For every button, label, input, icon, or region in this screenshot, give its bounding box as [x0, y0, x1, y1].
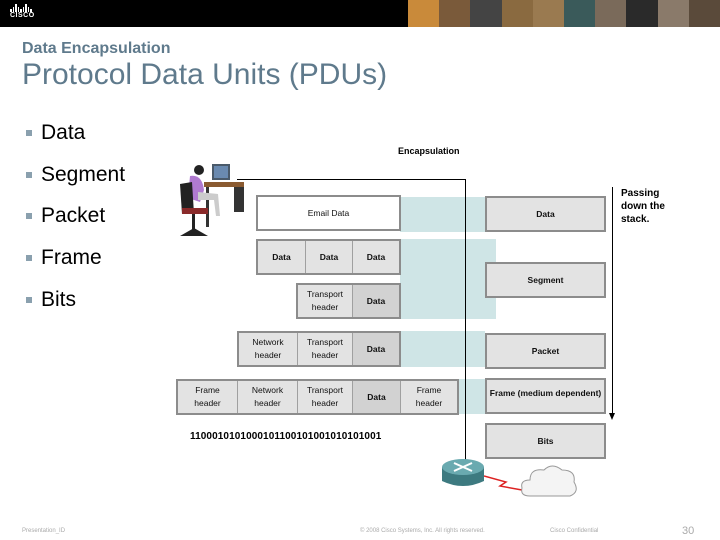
frame-trailer-cell: Frame header: [415, 385, 443, 408]
footer-copyright: © 2008 Cisco Systems, Inc. All rights re…: [360, 528, 485, 534]
header-photo: [532, 0, 565, 27]
footer-confidential: Cisco Confidential: [550, 528, 599, 534]
router-icon: [442, 459, 484, 486]
header-photo: [626, 0, 658, 27]
bullet-square-icon: [26, 213, 32, 220]
bullet-list: Data Segment Packet Frame Bits: [26, 112, 125, 320]
cisco-logo: CISCO: [10, 4, 35, 20]
pdu-segment: Transport header Data: [296, 283, 401, 319]
header-photo: [595, 0, 627, 27]
connector-line-horizontal: [237, 179, 466, 180]
header-photo: [408, 0, 440, 27]
data-segment-cell: Data: [258, 241, 306, 273]
down-arrow-icon: [609, 413, 615, 420]
pdu-label-segment: Segment: [485, 262, 606, 298]
bullet-item: Frame: [26, 237, 125, 279]
header-photo: [564, 0, 596, 27]
network-header-cell: Network header: [239, 333, 298, 365]
cloud-icon: [521, 465, 577, 497]
bullet-item: Bits: [26, 279, 125, 321]
slide-title: Protocol Data Units (PDUs): [22, 58, 388, 91]
frame-header-cell: Frame header: [178, 381, 238, 413]
pdu-packet: Network header Transport header Data: [237, 331, 401, 367]
data-segment-cell: Data: [306, 241, 353, 273]
header-photo-strip: [408, 0, 720, 27]
top-banner: CISCO: [0, 0, 720, 27]
pdu-label-data: Data: [485, 196, 606, 232]
band-data: [400, 197, 485, 232]
bullet-square-icon: [26, 171, 32, 178]
page-number: 30: [682, 525, 695, 537]
header-photo: [688, 0, 720, 27]
pdu-email-data: Email Data: [256, 195, 401, 231]
email-data-cell: Email Data: [258, 197, 399, 229]
footer-presentation-id: Presentation_ID: [22, 528, 66, 534]
bullet-item: Data: [26, 112, 125, 154]
band-packet: [400, 331, 485, 367]
bits-string: 1100010101000101100101001010101001: [190, 431, 382, 442]
connector-line-vertical: [465, 179, 466, 467]
pdu-label-packet: Packet: [485, 333, 606, 369]
network-header-cell: Network header: [238, 381, 298, 413]
bullet-square-icon: [26, 296, 32, 303]
transport-header-cell: Transport header: [298, 285, 353, 317]
encapsulation-title: Encapsulation: [398, 146, 460, 156]
pdu-label-bits: Bits: [485, 423, 606, 459]
user-at-computer-icon: [180, 164, 244, 236]
pdu-frame: Frame header Network header Transport heade…: [176, 379, 459, 415]
slide-subtitle: Data Encapsulation: [22, 40, 171, 57]
header-photo: [439, 0, 471, 27]
bullet-square-icon: [26, 254, 32, 261]
data-segment-cell: Data: [366, 251, 386, 262]
band-frame: [458, 379, 485, 414]
data-cell: Data: [353, 381, 401, 413]
band-segment: [400, 239, 496, 319]
transport-header-cell: Transport header: [298, 333, 353, 365]
pdu-label-frame: Frame (medium dependent): [485, 378, 606, 414]
header-photo: [470, 0, 502, 27]
cisco-logo-bars-icon: [10, 4, 35, 12]
down-arrow-line: [612, 187, 613, 417]
header-photo: [501, 0, 533, 27]
bullet-item: Segment: [26, 154, 125, 196]
passing-note: Passing down the stack.: [621, 188, 665, 225]
bullet-item: Packet: [26, 195, 125, 237]
transport-header-cell: Transport header: [298, 381, 353, 413]
cisco-logo-text: CISCO: [10, 12, 35, 19]
header-photo: [657, 0, 689, 27]
bullet-square-icon: [26, 129, 32, 136]
data-cell: Data: [353, 285, 399, 317]
pdu-data-segments: Data Data Data: [256, 239, 401, 275]
data-cell: Data: [353, 333, 399, 365]
